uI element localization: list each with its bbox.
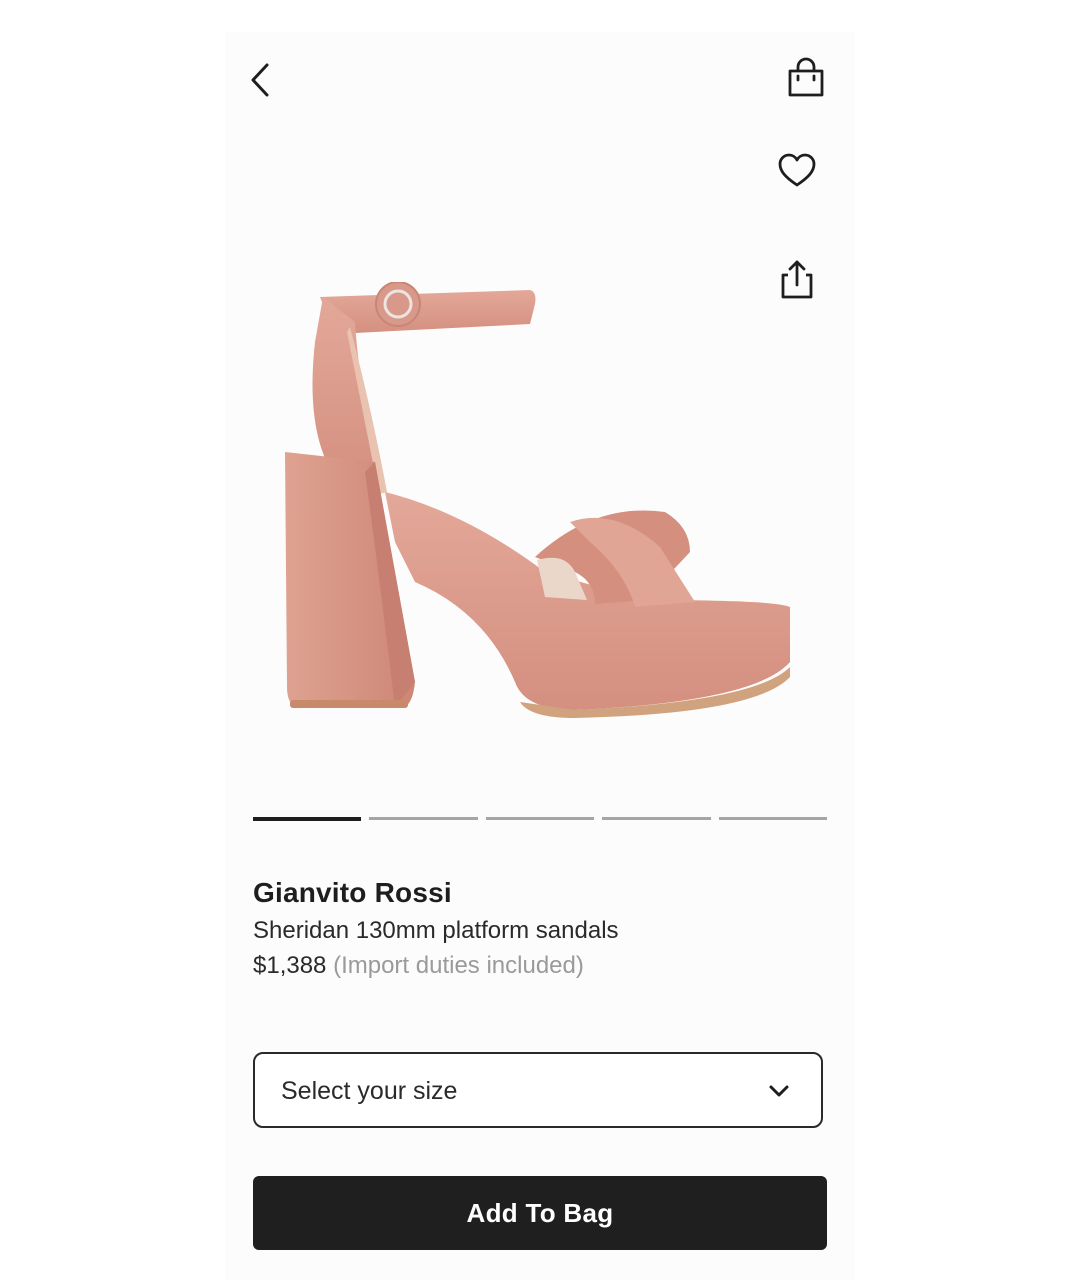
pager-segment-4[interactable] [602, 817, 711, 820]
duties-note: (Import duties included) [333, 952, 584, 979]
wishlist-button[interactable] [775, 149, 819, 193]
pager-segment-5[interactable] [718, 817, 828, 820]
pager-segment-1[interactable] [253, 817, 362, 821]
product-price: $1,388 [253, 952, 327, 979]
image-gallery-pager [253, 817, 828, 821]
chevron-down-icon [769, 1085, 789, 1097]
sandal-image [285, 281, 790, 718]
back-button[interactable] [245, 60, 277, 100]
product-detail-screen: Gianvito Rossi Sheridan 130mm platform s… [225, 32, 855, 1280]
product-brand[interactable]: Gianvito Rossi [253, 877, 452, 909]
shopping-bag-icon [788, 57, 824, 97]
product-image[interactable] [275, 281, 805, 762]
heart-icon [778, 153, 816, 187]
size-select-label: Select your size [281, 1077, 458, 1105]
shopping-bag-button[interactable] [785, 57, 829, 101]
price-line: $1,388 (Import duties included) [253, 952, 584, 980]
product-name: Sheridan 130mm platform sandals [253, 917, 619, 944]
chevron-left-icon [251, 63, 269, 97]
size-select[interactable]: Select your size [253, 1052, 823, 1128]
pager-segment-2[interactable] [369, 817, 478, 820]
add-to-bag-button[interactable]: Add To Bag [253, 1176, 827, 1250]
pager-segment-3[interactable] [485, 817, 595, 820]
